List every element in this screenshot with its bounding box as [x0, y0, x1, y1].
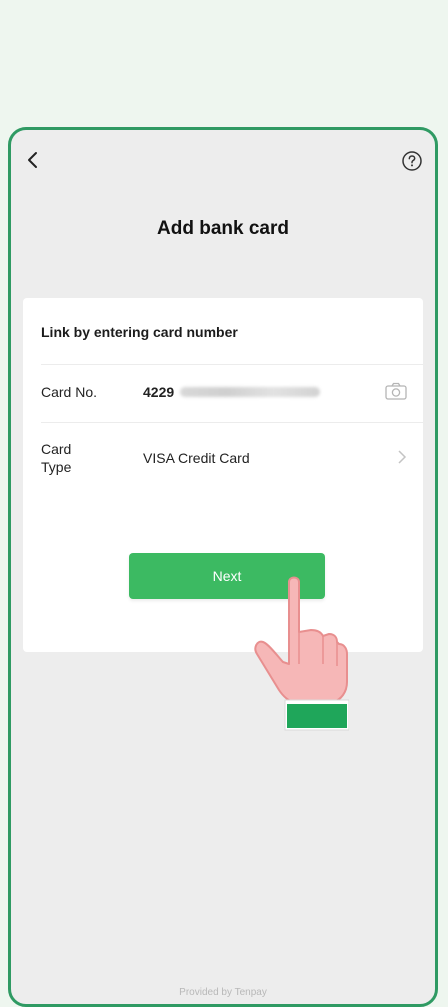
pointing-hand-icon [254, 576, 349, 731]
card-number-prefix: 4229 [143, 384, 175, 400]
section-title: Link by entering card number [41, 324, 238, 340]
card-type-label-line2: Type [41, 459, 72, 475]
card-form: Link by entering card number Card No. 42… [23, 298, 423, 652]
card-no-label: Card No. [41, 384, 98, 400]
card-type-value: VISA Credit Card [143, 450, 250, 466]
divider [41, 364, 423, 365]
divider [41, 422, 423, 423]
page-title: Add bank card [157, 218, 289, 239]
card-type-label: Card Type [41, 440, 71, 476]
help-icon[interactable] [401, 150, 423, 172]
chevron-right-icon [398, 450, 407, 464]
card-type-row[interactable]: Card Type VISA Credit Card [23, 428, 423, 488]
phone-frame: Add bank card Link by entering card numb… [8, 127, 438, 1007]
top-bar [11, 130, 435, 190]
masked-card-digits [180, 387, 321, 397]
back-icon[interactable] [21, 148, 45, 172]
camera-icon[interactable] [385, 382, 407, 400]
card-type-label-line1: Card [41, 441, 72, 457]
card-number-input[interactable]: 4229 [143, 381, 373, 403]
footer-text: Provided by Tenpay [179, 987, 267, 998]
